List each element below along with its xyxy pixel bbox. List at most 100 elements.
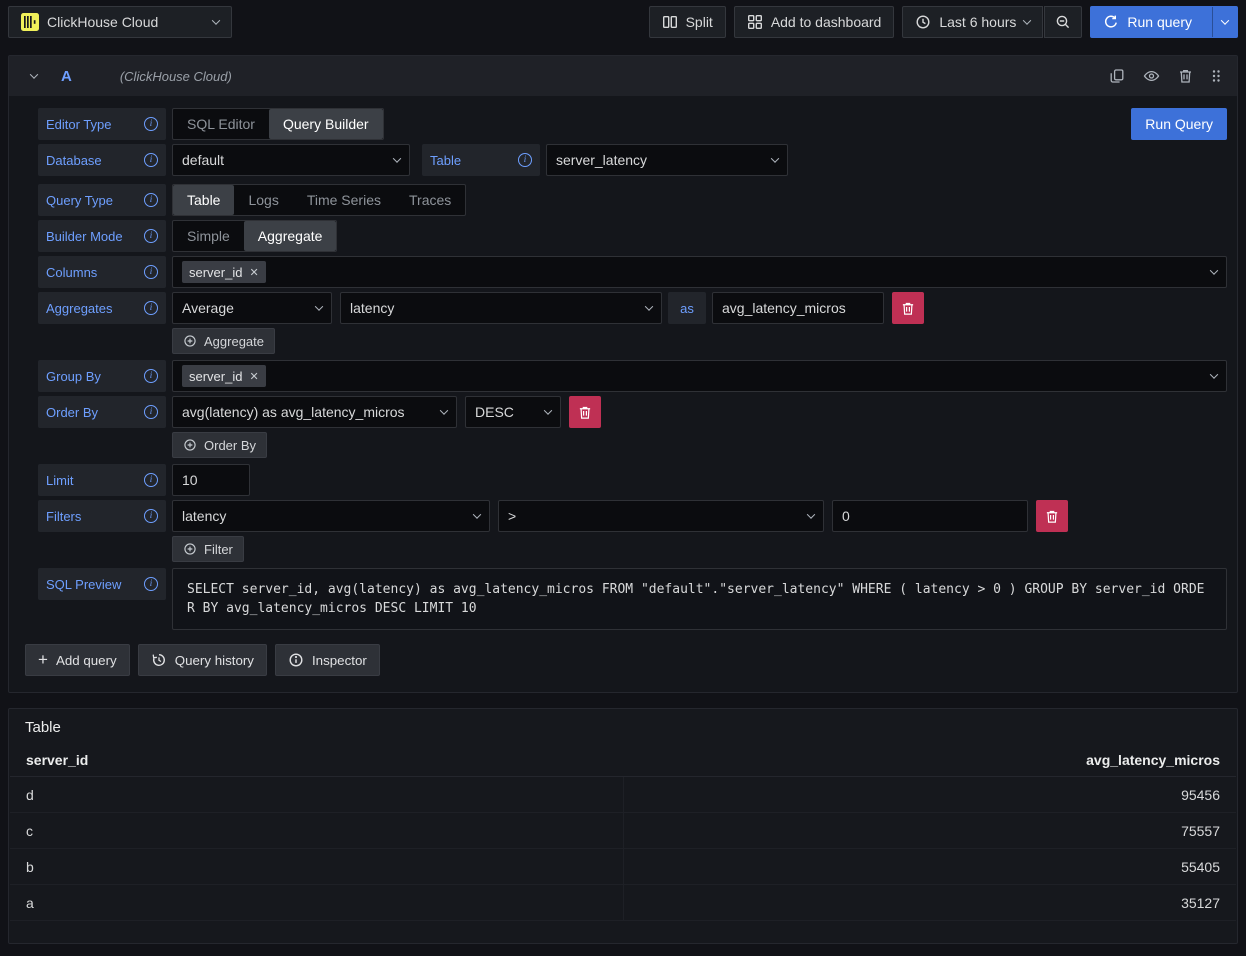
run-query-caret[interactable] <box>1212 7 1237 37</box>
option-time-series[interactable]: Time Series <box>293 185 395 215</box>
option-table[interactable]: Table <box>173 185 234 215</box>
sql-preview-code: SELECT server_id, avg(latency) as avg_la… <box>172 568 1227 630</box>
add-to-dashboard-button[interactable]: Add to dashboard <box>734 6 895 38</box>
info-icon[interactable]: i <box>144 473 158 487</box>
time-picker-group: Last 6 hours <box>902 6 1082 38</box>
duplicate-query-icon[interactable] <box>1109 68 1125 84</box>
query-datasource-hint: (ClickHouse Cloud) <box>120 69 232 84</box>
order-by-direction-select[interactable]: DESC <box>465 396 561 428</box>
plus-icon: + <box>38 653 48 667</box>
add-order-by-button[interactable]: Order By <box>172 432 267 458</box>
add-filter-button[interactable]: Filter <box>172 536 244 562</box>
split-label: Split <box>686 14 713 30</box>
remove-filter-button[interactable] <box>1036 500 1068 532</box>
chevron-down-icon <box>1210 266 1218 274</box>
column-header-avg-latency[interactable]: avg_latency_micros <box>623 752 1220 768</box>
group-by-label: Group By i <box>38 360 166 392</box>
chevron-down-icon <box>212 16 220 24</box>
add-aggregate-row: Aggregate <box>172 328 1227 354</box>
run-query-inline-button[interactable]: Run Query <box>1131 108 1227 140</box>
filters-label: Filters i <box>38 500 166 532</box>
query-history-button[interactable]: Query history <box>138 644 267 676</box>
history-icon <box>151 652 167 668</box>
table-row[interactable]: a 35127 <box>10 885 1236 921</box>
remove-chip-icon[interactable]: ✕ <box>249 266 258 279</box>
group-by-multiselect[interactable]: server_id ✕ <box>172 360 1227 392</box>
query-row-actions <box>1109 68 1221 84</box>
result-table: server_id avg_latency_micros d 95456 c 7… <box>9 746 1237 921</box>
add-order-by-row: Order By <box>172 432 1227 458</box>
info-icon[interactable]: i <box>518 153 532 167</box>
info-icon[interactable]: i <box>144 301 158 315</box>
option-traces[interactable]: Traces <box>395 185 465 215</box>
column-header-server-id[interactable]: server_id <box>26 752 623 768</box>
option-sql-editor[interactable]: SQL Editor <box>173 109 269 139</box>
database-select[interactable]: default <box>172 144 410 176</box>
add-query-button[interactable]: + Add query <box>25 644 130 676</box>
sync-icon <box>1103 14 1119 30</box>
editor-type-label: Editor Type i <box>38 108 166 140</box>
query-ref-id: A <box>61 68 72 85</box>
sql-preview-row: SQL Preview i SELECT server_id, avg(late… <box>38 568 1227 630</box>
chevron-down-icon <box>393 154 401 162</box>
option-query-builder[interactable]: Query Builder <box>269 109 383 139</box>
add-aggregate-button[interactable]: Aggregate <box>172 328 275 354</box>
table-select[interactable]: server_latency <box>546 144 788 176</box>
info-icon[interactable]: i <box>144 509 158 523</box>
info-icon[interactable]: i <box>144 153 158 167</box>
remove-chip-icon[interactable]: ✕ <box>249 370 258 383</box>
filter-value-field[interactable] <box>832 500 1028 532</box>
query-row-header[interactable]: A (ClickHouse Cloud) <box>9 56 1237 96</box>
time-range-label: Last 6 hours <box>939 14 1016 30</box>
group-by-row: Group By i server_id ✕ <box>38 360 1227 392</box>
split-button[interactable]: Split <box>649 6 726 38</box>
time-range-button[interactable]: Last 6 hours <box>902 6 1043 38</box>
collapse-chevron-icon[interactable] <box>30 70 38 78</box>
limit-row: Limit i <box>38 464 1227 496</box>
aggregates-label: Aggregates i <box>38 292 166 324</box>
chevron-down-icon <box>1023 16 1031 24</box>
table-row[interactable]: c 75557 <box>10 813 1236 849</box>
info-icon[interactable]: i <box>144 193 158 207</box>
query-type-radio-group: Table Logs Time Series Traces <box>172 184 466 216</box>
info-icon[interactable]: i <box>144 369 158 383</box>
chevron-down-icon <box>440 406 448 414</box>
datasource-picker[interactable]: ClickHouse Cloud <box>8 6 232 38</box>
order-by-label: Order By i <box>38 396 166 428</box>
table-row[interactable]: d 95456 <box>10 777 1236 813</box>
remove-aggregate-button[interactable] <box>892 292 924 324</box>
inspector-button[interactable]: Inspector <box>275 644 380 676</box>
option-aggregate[interactable]: Aggregate <box>244 221 337 251</box>
aggregate-alias-field[interactable] <box>712 292 884 324</box>
limit-field[interactable] <box>172 464 250 496</box>
filter-field-select[interactable]: latency <box>172 500 490 532</box>
run-query-button[interactable]: Run query <box>1090 6 1238 38</box>
table-label: Table i <box>422 144 540 176</box>
filter-operator-select[interactable]: > <box>498 500 824 532</box>
zoom-out-button[interactable] <box>1044 6 1082 38</box>
drag-handle-icon[interactable] <box>1211 68 1221 84</box>
table-row[interactable]: b 55405 <box>10 849 1236 885</box>
option-logs[interactable]: Logs <box>234 185 292 215</box>
info-icon[interactable]: i <box>144 405 158 419</box>
chevron-down-icon <box>473 510 481 518</box>
delete-query-trash-icon[interactable] <box>1178 68 1193 84</box>
filters-row: Filters i latency > <box>38 500 1227 532</box>
remove-order-by-button[interactable] <box>569 396 601 428</box>
aggregate-function-select[interactable]: Average <box>172 292 332 324</box>
info-icon[interactable]: i <box>144 117 158 131</box>
group-by-chip: server_id ✕ <box>182 365 266 387</box>
query-type-label: Query Type i <box>38 184 166 216</box>
option-simple[interactable]: Simple <box>173 221 244 251</box>
info-icon[interactable]: i <box>144 229 158 243</box>
info-icon[interactable]: i <box>144 577 158 591</box>
order-by-field-select[interactable]: avg(latency) as avg_latency_micros <box>172 396 457 428</box>
hide-query-eye-icon[interactable] <box>1143 68 1160 84</box>
chevron-down-icon <box>1221 16 1229 24</box>
aggregate-column-select[interactable]: latency <box>340 292 662 324</box>
column-chip: server_id ✕ <box>182 261 266 283</box>
info-icon[interactable]: i <box>144 265 158 279</box>
query-editor-panel: A (ClickHouse Cloud) Editor Type i <box>8 55 1238 693</box>
columns-multiselect[interactable]: server_id ✕ <box>172 256 1227 288</box>
split-icon <box>662 14 678 30</box>
